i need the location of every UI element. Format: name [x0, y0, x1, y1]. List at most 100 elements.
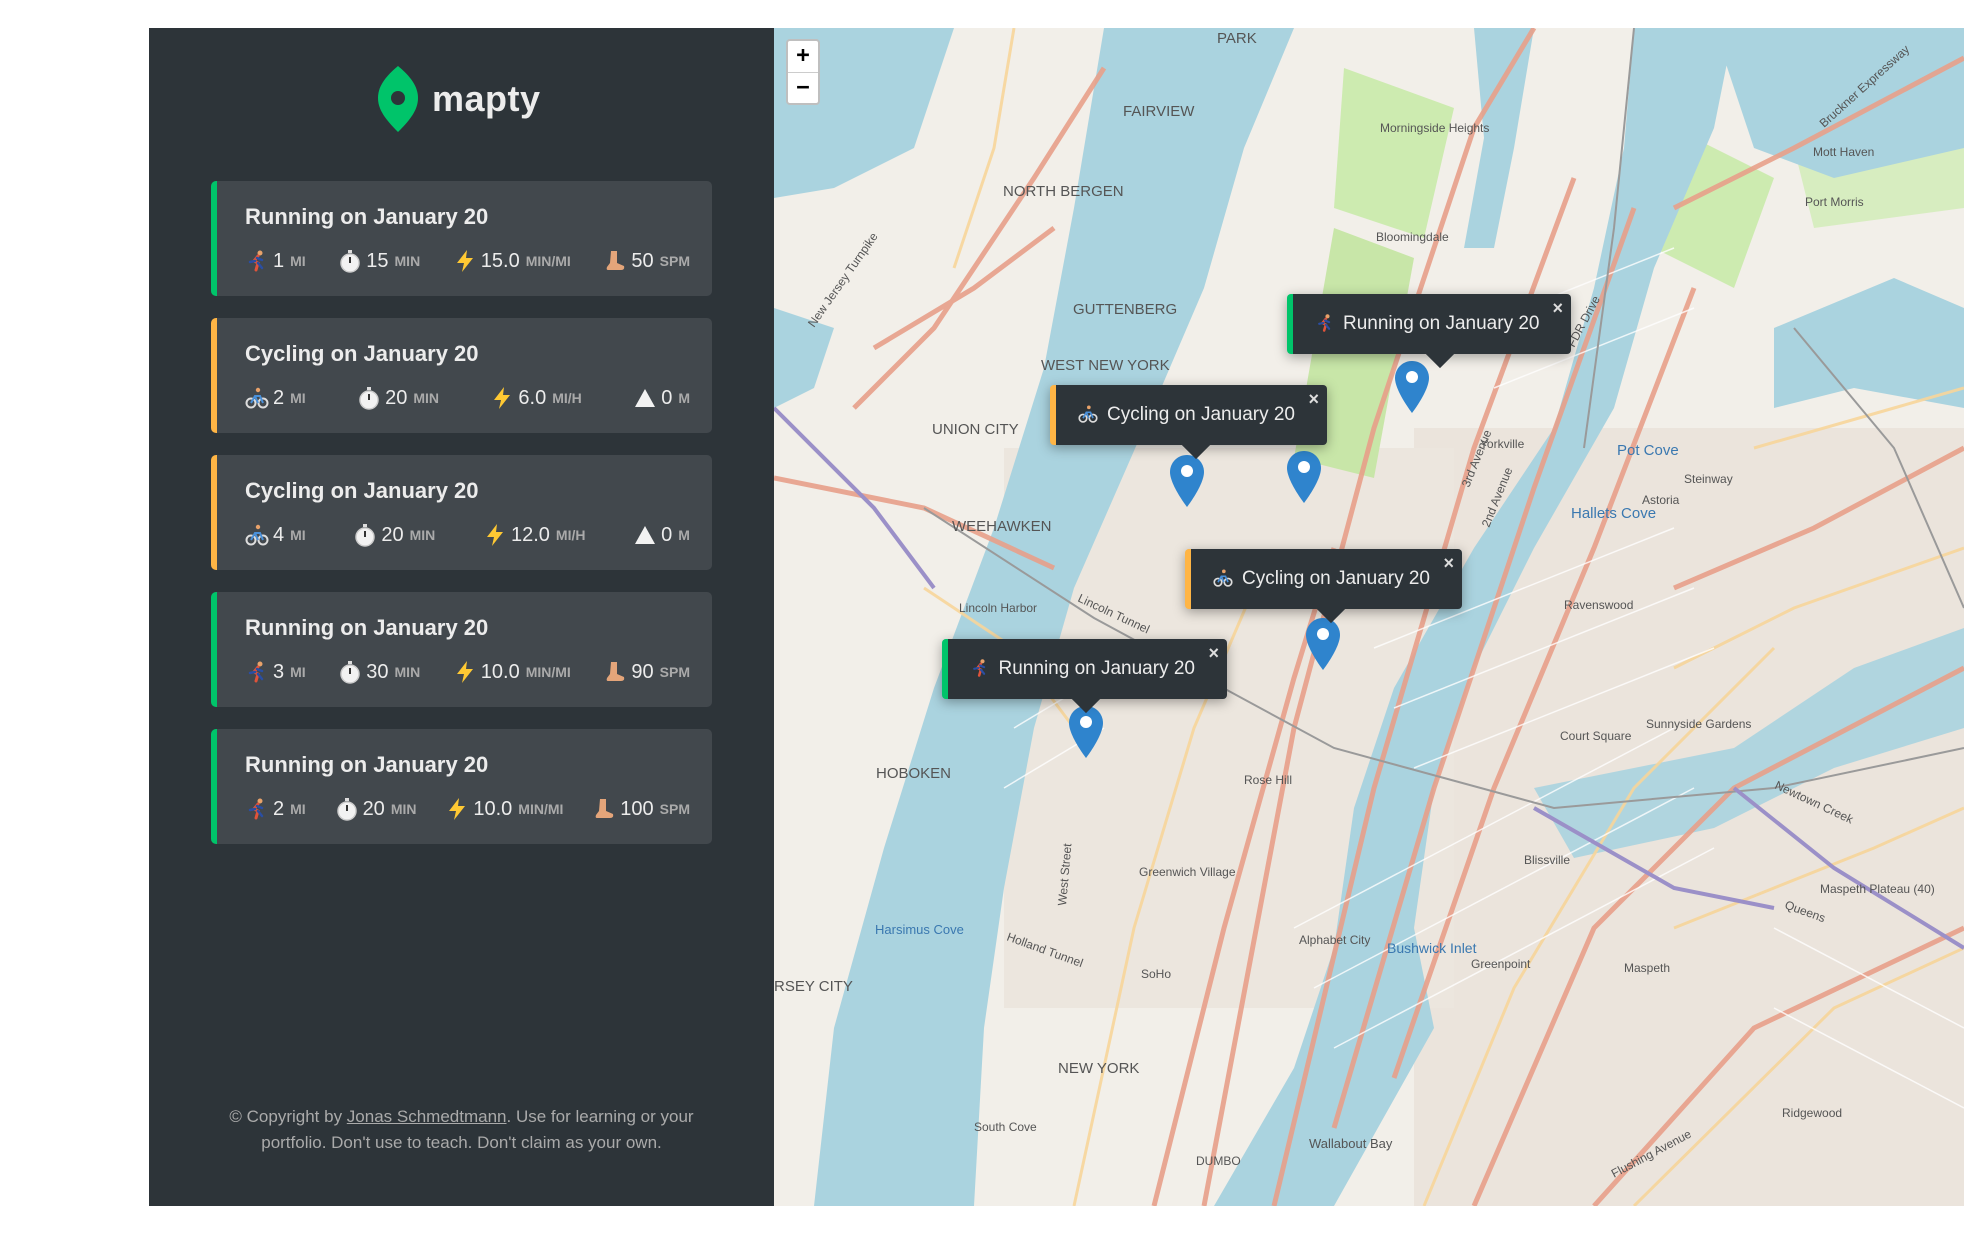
map-marker-icon[interactable]: [1287, 451, 1321, 503]
stopwatch-icon: [338, 249, 362, 273]
workout-value: 10.0: [480, 660, 520, 683]
map-place-label: SoHo: [1141, 967, 1171, 981]
workout-title: Running on January 20: [245, 615, 489, 640]
runner-icon: [245, 797, 269, 821]
workout-detail: 2 MI: [245, 386, 306, 410]
foot-icon: [603, 660, 627, 684]
workout-item-running[interactable]: Running on January 20 1 MI 15 MIN 15.0 MIN/MI 5…: [211, 181, 712, 296]
workout-title: Cycling on January 20: [245, 478, 479, 503]
workout-detail: 15.0 MIN/MI: [453, 249, 571, 273]
workout-value: 50: [631, 249, 654, 272]
workout-unit: MI: [290, 253, 306, 269]
workout-unit: MIN: [390, 801, 417, 817]
stopwatch-icon: [335, 797, 359, 821]
workout-list: Running on January 20 1 MI 15 MIN 15.0 MIN/MI 5…: [211, 181, 712, 866]
map[interactable]: PARK FAIRVIEW NORTH BERGEN GUTTENBERG WE…: [774, 28, 1964, 1206]
runner-icon: [1315, 313, 1335, 335]
popup-label: Cycling on January 20: [1242, 568, 1430, 589]
workout-detail: 50 SPM: [603, 249, 690, 273]
workout-popup[interactable]: Running on January 20 ×: [1287, 294, 1571, 369]
workout-details: 4 MI 20 MIN 12.0 MI/H 0 M: [245, 521, 690, 549]
copyright: © Copyright by Jonas Schmedtmann. Use fo…: [211, 1104, 712, 1156]
workout-detail: 12.0 MI/H: [483, 523, 585, 547]
workout-detail: 20 MIN: [353, 523, 435, 547]
map-tiles[interactable]: PARK FAIRVIEW NORTH BERGEN GUTTENBERG WE…: [774, 28, 1964, 1206]
map-place-label: NEW YORK: [1058, 1060, 1139, 1077]
foot-icon: [592, 797, 616, 821]
cyclist-icon: [1078, 404, 1099, 426]
map-place-label: South Cove: [974, 1120, 1037, 1134]
workout-item-cycling[interactable]: Cycling on January 20 4 MI 20 MIN 12.0 MI/H 0 M: [211, 455, 712, 570]
map-place-label: Hallets Cove: [1571, 505, 1656, 522]
app-root: mapty Running on January 20 1 MI 15 MIN 15.0 M…: [149, 28, 1964, 1206]
map-marker-icon[interactable]: [1069, 706, 1103, 758]
map-place-label: Sunnyside Gardens: [1646, 717, 1751, 731]
workout-value: 6.0: [518, 386, 547, 409]
workout-value: 12.0: [510, 523, 550, 546]
workout-item-running[interactable]: Running on January 20 3 MI 30 MIN 10.0 MIN/MI 9…: [211, 592, 712, 707]
popup-close-button[interactable]: ×: [1552, 298, 1563, 319]
map-place-label: Morningside Heights: [1380, 121, 1489, 135]
workout-unit: MIN: [409, 527, 436, 543]
workout-value: 10.0: [473, 797, 513, 820]
workout-detail: 15 MIN: [338, 249, 420, 273]
workout-popup[interactable]: Running on January 20 ×: [942, 639, 1227, 714]
workout-details: 2 MI 20 MIN 10.0 MIN/MI 100 SPM: [245, 795, 690, 823]
sidebar: mapty Running on January 20 1 MI 15 MIN 15.0 M…: [149, 28, 774, 1206]
lightning-icon: [490, 386, 514, 410]
workout-unit: SPM: [659, 253, 690, 269]
workout-detail: 90 SPM: [603, 660, 690, 684]
zoom-out-button[interactable]: −: [788, 72, 818, 103]
workout-detail: 4 MI: [245, 523, 306, 547]
map-place-label: Blissville: [1524, 853, 1570, 867]
workout-unit: MI/H: [552, 390, 582, 406]
workout-unit: MIN/MI: [518, 801, 564, 817]
workout-value: 20: [362, 797, 385, 820]
workout-detail: 20 MIN: [335, 797, 417, 821]
map-place-label: Bushwick Inlet: [1387, 940, 1477, 956]
workout-popup[interactable]: Cycling on January 20 ×: [1050, 385, 1327, 460]
map-marker-icon[interactable]: [1395, 361, 1429, 413]
popup-close-button[interactable]: ×: [1308, 389, 1319, 410]
map-place-label: WEST NEW YORK: [1041, 357, 1170, 374]
workout-item-cycling[interactable]: Cycling on January 20 2 MI 20 MIN 6.0 MI/H 0 M: [211, 318, 712, 433]
popup-close-button[interactable]: ×: [1208, 643, 1219, 664]
copyright-prefix: © Copyright by: [229, 1107, 347, 1126]
map-place-label: Pot Cove: [1617, 442, 1679, 459]
map-place-label: Harsimus Cove: [875, 922, 964, 937]
map-marker-icon[interactable]: [1306, 618, 1340, 670]
workout-value: 4: [273, 523, 285, 546]
map-place-label: Port Morris: [1805, 195, 1864, 209]
map-place-label: Court Square: [1560, 729, 1632, 743]
stopwatch-icon: [357, 386, 381, 410]
workout-unit: MIN/MI: [525, 253, 571, 269]
workout-detail: 10.0 MIN/MI: [445, 797, 563, 821]
map-place-label: GUTTENBERG: [1073, 301, 1177, 318]
map-place-label: Lincoln Harbor: [959, 601, 1037, 615]
workout-value: 100: [620, 797, 654, 820]
map-marker-icon[interactable]: [1170, 455, 1204, 507]
workout-popup[interactable]: Cycling on January 20 ×: [1185, 549, 1462, 624]
workout-unit: MI: [290, 527, 306, 543]
map-place-label: Rose Hill: [1244, 773, 1292, 787]
mountain-icon: [633, 523, 657, 547]
map-place-label: FAIRVIEW: [1123, 103, 1195, 120]
workout-unit: MI: [290, 664, 306, 680]
stopwatch-icon: [353, 523, 377, 547]
workout-detail: 30 MIN: [338, 660, 420, 684]
map-place-label: Maspeth Plateau (40): [1820, 882, 1935, 896]
workout-unit: M: [678, 527, 690, 543]
author-link[interactable]: Jonas Schmedtmann: [347, 1107, 507, 1126]
popup-close-button[interactable]: ×: [1443, 553, 1454, 574]
workout-value: 0: [661, 386, 673, 409]
workout-item-running[interactable]: Running on January 20 2 MI 20 MIN 10.0 MIN/MI 1…: [211, 729, 712, 844]
workout-value: 3: [273, 660, 285, 683]
zoom-in-button[interactable]: +: [788, 41, 818, 72]
popup-label: Running on January 20: [998, 658, 1195, 679]
map-place-label: WEEHAWKEN: [952, 518, 1051, 535]
mountain-icon: [633, 386, 657, 410]
runner-icon: [245, 249, 269, 273]
foot-icon: [603, 249, 627, 273]
workout-unit: MI: [290, 801, 306, 817]
workout-title: Cycling on January 20: [245, 341, 479, 366]
